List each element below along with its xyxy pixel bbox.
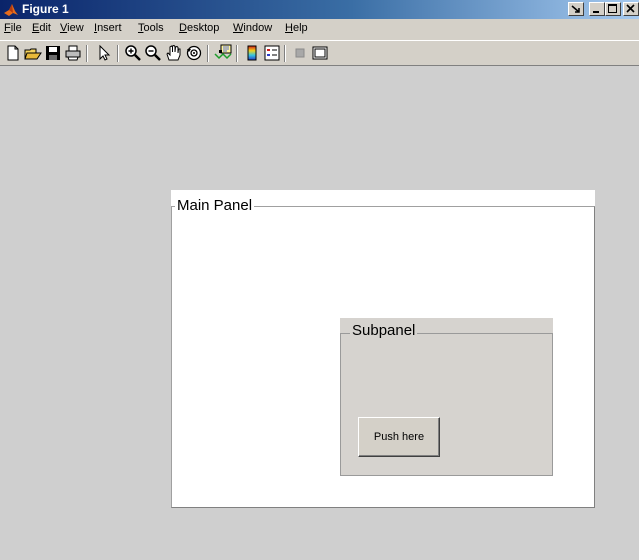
hide-plot-tools-icon[interactable] bbox=[291, 44, 309, 62]
print-icon[interactable] bbox=[64, 44, 82, 62]
zoom-out-icon[interactable] bbox=[144, 44, 162, 62]
menu-edit[interactable]: Edit bbox=[32, 22, 51, 34]
minimize-icon bbox=[593, 11, 599, 13]
main-panel-title: Main Panel bbox=[175, 197, 255, 214]
window-title: Figure 1 bbox=[22, 2, 69, 16]
pan-hand-icon[interactable] bbox=[164, 44, 182, 62]
show-plot-tools-icon[interactable] bbox=[311, 44, 329, 62]
close-button[interactable] bbox=[623, 2, 639, 16]
zoom-in-icon[interactable] bbox=[124, 44, 142, 62]
menu-help[interactable]: Help bbox=[285, 22, 308, 34]
menu-window[interactable]: Window bbox=[233, 22, 272, 34]
legend-icon[interactable] bbox=[263, 44, 281, 62]
menu-view[interactable]: View bbox=[60, 22, 84, 34]
toolbar-separator bbox=[86, 45, 88, 62]
menu-bar: File Edit View Insert Tools Desktop Wind… bbox=[0, 19, 639, 40]
edit-plot-arrow-icon[interactable] bbox=[95, 44, 113, 62]
toolbar-separator bbox=[117, 45, 119, 62]
colorbar-icon[interactable] bbox=[243, 44, 261, 62]
title-bar[interactable]: Figure 1 bbox=[0, 0, 639, 19]
toolbar bbox=[0, 40, 639, 66]
menu-file[interactable]: File bbox=[4, 22, 22, 34]
save-icon[interactable] bbox=[44, 44, 62, 62]
subpanel-title: Subpanel bbox=[350, 322, 418, 339]
maximize-button[interactable] bbox=[605, 2, 621, 16]
rotate-3d-icon[interactable] bbox=[185, 44, 203, 62]
maximize-icon bbox=[608, 4, 617, 13]
close-icon bbox=[626, 4, 635, 13]
toolbar-separator bbox=[207, 45, 209, 62]
menu-desktop[interactable]: Desktop bbox=[179, 22, 219, 34]
toolbar-separator bbox=[284, 45, 286, 62]
minimize-button[interactable] bbox=[589, 2, 605, 16]
data-cursor-icon[interactable] bbox=[214, 44, 232, 62]
push-here-button[interactable]: Push here bbox=[358, 417, 440, 457]
open-file-icon[interactable] bbox=[24, 44, 42, 62]
dock-icon bbox=[571, 5, 580, 13]
menu-insert[interactable]: Insert bbox=[94, 22, 122, 34]
toolbar-separator bbox=[236, 45, 238, 62]
matlab-logo-icon bbox=[4, 4, 18, 16]
dock-button[interactable] bbox=[568, 2, 584, 16]
new-figure-icon[interactable] bbox=[4, 44, 22, 62]
menu-tools[interactable]: Tools bbox=[138, 22, 164, 34]
